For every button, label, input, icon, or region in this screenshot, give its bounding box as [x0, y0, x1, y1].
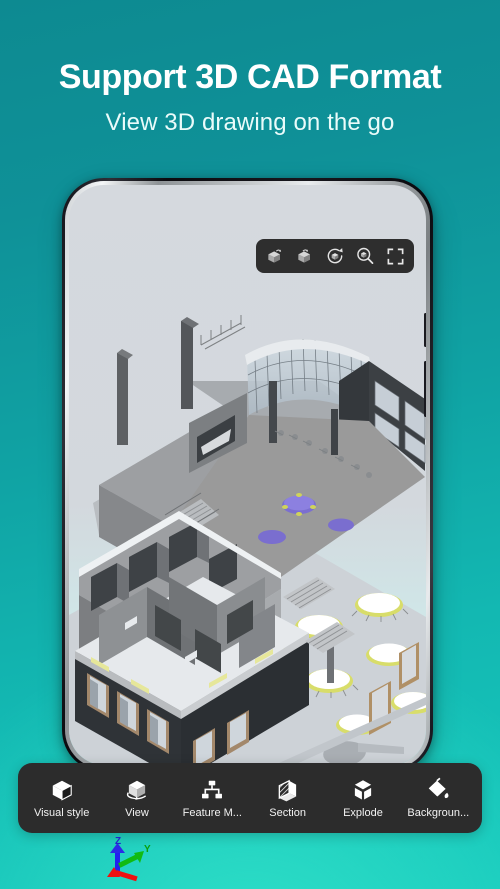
cube-exploded-icon — [350, 777, 376, 803]
phone-frame — [62, 178, 433, 772]
tool-bar[interactable]: Visual style View Feature M... Section E… — [18, 763, 482, 833]
phone-mockup — [62, 178, 437, 778]
toolbar-label: Section — [269, 808, 306, 819]
cube-rotate-icon — [124, 777, 150, 803]
toolbar-label: Explode — [343, 808, 383, 819]
fullscreen-icon[interactable] — [380, 241, 410, 271]
svg-text:Z: Z — [115, 837, 121, 847]
phone-power-button — [424, 361, 426, 417]
toolbar-item-visual-style[interactable]: Visual style — [24, 777, 99, 819]
cube-hatched-icon — [275, 777, 301, 803]
phone-volume-button — [424, 313, 426, 347]
toolbar-label: Backgroun... — [407, 808, 470, 819]
cube-arrow-left-icon[interactable] — [260, 241, 290, 271]
toolbar-label: View — [125, 808, 149, 819]
toolbar-item-explode[interactable]: Explode — [325, 777, 400, 819]
phone-screen — [69, 185, 426, 765]
svg-text:Y: Y — [144, 844, 151, 855]
promo-header: Support 3D CAD Format View 3D drawing on… — [0, 0, 500, 137]
rotate-icon[interactable] — [320, 241, 350, 271]
hierarchy-tree-icon — [199, 777, 225, 803]
page-title: Support 3D CAD Format — [58, 58, 442, 96]
page-subtitle: View 3D drawing on the go — [105, 109, 395, 137]
axis-gizmo: Z Y — [96, 836, 158, 885]
cube-shaded-icon — [49, 777, 75, 803]
toolbar-label: Visual style — [33, 808, 90, 819]
toolbar-item-feature-manager[interactable]: Feature M... — [175, 777, 250, 819]
cube-arrow-right-icon[interactable] — [290, 241, 320, 271]
toolbar-item-view[interactable]: View — [99, 777, 174, 819]
toolbar-item-section[interactable]: Section — [250, 777, 325, 819]
toolbar-item-background[interactable]: Backgroun... — [401, 777, 476, 819]
magnifier-cube-icon[interactable] — [350, 241, 380, 271]
paint-bucket-icon — [425, 777, 451, 803]
viewer-toolbar[interactable] — [256, 239, 414, 273]
toolbar-label: Feature M... — [182, 808, 242, 819]
